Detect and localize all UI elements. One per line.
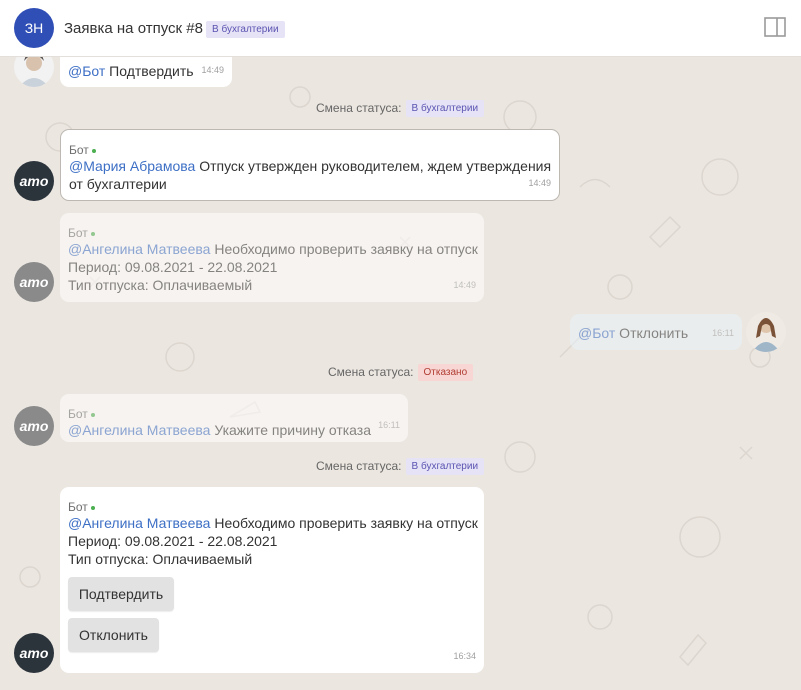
chat-header: ЗН Заявка на отпуск #8 В бухгалтерии bbox=[0, 0, 801, 57]
message-author: Бот bbox=[69, 143, 89, 157]
message-text: Период: 09.08.2021 - 22.08.2021 bbox=[68, 259, 278, 275]
mention-link[interactable]: @Бот bbox=[578, 325, 615, 341]
message-time: 16:11 bbox=[378, 420, 400, 430]
online-dot-icon bbox=[90, 412, 95, 417]
message-bubble-m1: @Бот Подтвердить 14:49 bbox=[60, 57, 232, 87]
message-text: Отпуск утвержден руководителем, ждем утв… bbox=[195, 158, 552, 174]
status-badge: В бухгалтерии bbox=[405, 458, 485, 475]
amo-avatar: amo bbox=[14, 633, 54, 673]
user-avatar bbox=[746, 312, 786, 352]
message-text: Тип отпуска: Оплачиваемый bbox=[68, 551, 253, 567]
status-change-row: Смена статуса: В бухгалтерии bbox=[316, 100, 485, 117]
mention-link[interactable]: @Мария Абрамова bbox=[69, 158, 195, 174]
amo-avatar: amo bbox=[14, 161, 54, 201]
mention-link[interactable]: @Ангелина Матвеева bbox=[68, 422, 210, 438]
chat-feed[interactable]: @Бот Подтвердить 14:49 Смена статуса: В б… bbox=[0, 57, 801, 690]
message-text: Отклонить bbox=[615, 325, 689, 341]
message-time: 14:49 bbox=[528, 178, 551, 188]
message-text: Тип отпуска: Оплачиваемый bbox=[68, 277, 253, 293]
mention-link[interactable]: @Ангелина Матвеева bbox=[68, 515, 210, 531]
status-badge: Отказано bbox=[417, 364, 474, 381]
message-bubble-m2: Бот @Мария Абрамова Отпуск утвержден рук… bbox=[60, 129, 560, 201]
message-time: 14:49 bbox=[201, 65, 224, 75]
status-change-label: Смена статуса: bbox=[328, 365, 414, 379]
message-author: Бот bbox=[68, 500, 88, 514]
chat-title[interactable]: Заявка на отпуск #8 bbox=[64, 20, 203, 37]
status-change-row: Смена статуса: Отказано bbox=[328, 364, 474, 381]
status-change-label: Смена статуса: bbox=[316, 459, 402, 473]
message-bubble-m4: @Бот Отклонить 16:11 bbox=[570, 314, 742, 350]
message-author: Бот bbox=[68, 407, 88, 421]
status-badge: В бухгалтерии bbox=[405, 100, 485, 117]
message-bubble-m5: Бот @Ангелина Матвеева Укажите причину о… bbox=[60, 394, 408, 442]
status-change-label: Смена статуса: bbox=[316, 101, 402, 115]
chat-avatar[interactable]: ЗН bbox=[14, 8, 54, 48]
mention-link[interactable]: @Ангелина Матвеева bbox=[68, 241, 210, 257]
online-dot-icon bbox=[90, 231, 95, 236]
message-time: 16:11 bbox=[712, 328, 734, 338]
online-dot-icon bbox=[91, 148, 96, 153]
message-time: 14:49 bbox=[453, 280, 476, 290]
mention-link[interactable]: @Бот bbox=[68, 63, 105, 79]
amo-avatar: amo bbox=[14, 262, 54, 302]
message-text: Необходимо проверить заявку на отпуск bbox=[210, 241, 478, 257]
message-text: Необходимо проверить заявку на отпуск bbox=[210, 515, 478, 531]
message-text: Укажите причину отказа bbox=[210, 422, 372, 438]
message-text: Подтвердить bbox=[105, 63, 194, 79]
amo-avatar: amo bbox=[14, 406, 54, 446]
side-panel-icon[interactable] bbox=[764, 17, 786, 37]
message-text: Период: 09.08.2021 - 22.08.2021 bbox=[68, 533, 278, 549]
online-dot-icon bbox=[90, 505, 95, 510]
reject-button[interactable]: Отклонить bbox=[68, 618, 159, 652]
confirm-button[interactable]: Подтвердить bbox=[68, 577, 174, 611]
message-time: 16:34 bbox=[453, 651, 476, 661]
message-bubble-m6: Бот @Ангелина Матвеева Необходимо провер… bbox=[60, 487, 484, 673]
status-change-row: Смена статуса: В бухгалтерии bbox=[316, 458, 485, 475]
message-bubble-m3: Бот @Ангелина Матвеева Необходимо провер… bbox=[60, 213, 484, 302]
message-author: Бот bbox=[68, 226, 88, 240]
message-text: от бухгалтерии bbox=[69, 176, 167, 192]
header-status-badge: В бухгалтерии bbox=[206, 21, 285, 38]
